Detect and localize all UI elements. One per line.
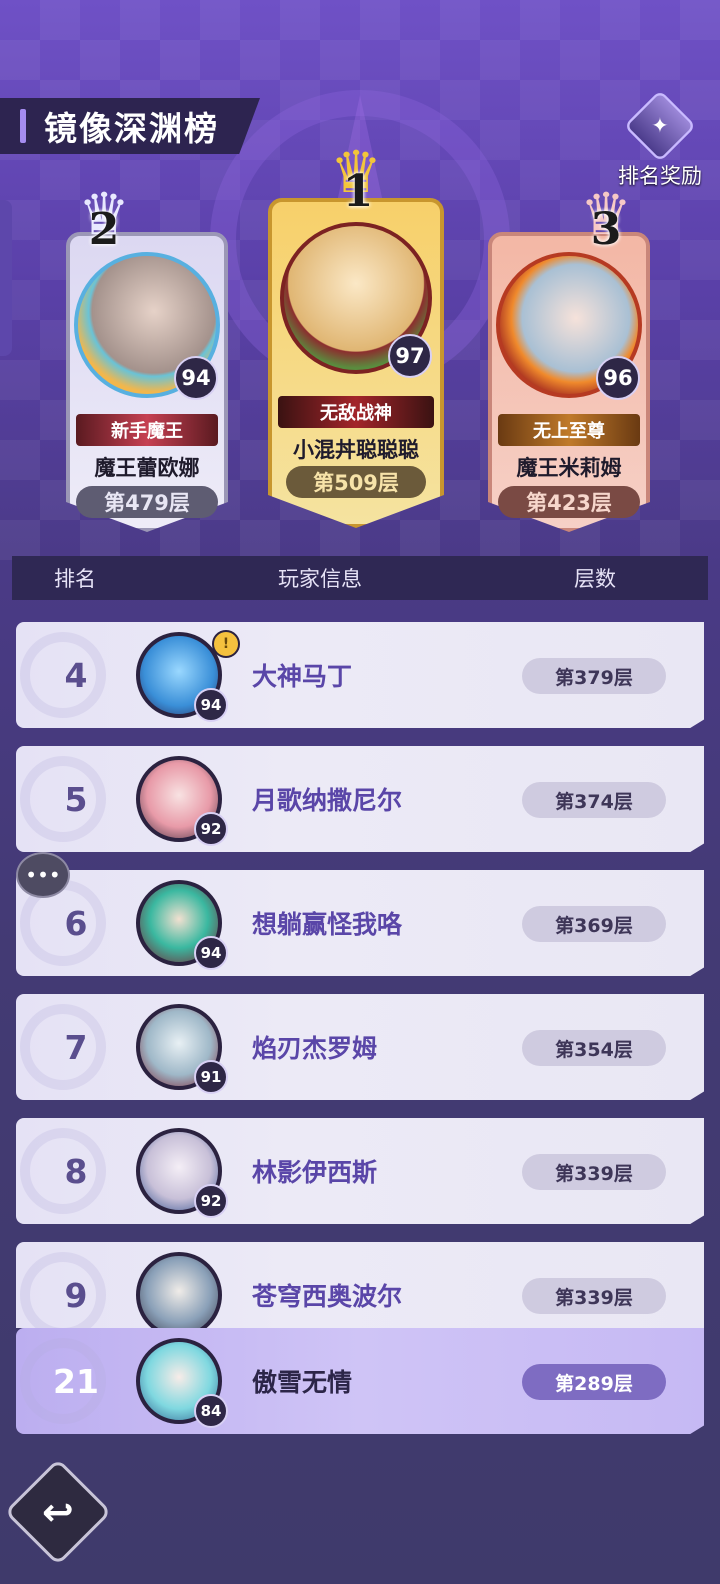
floor-pill: 第379层 — [522, 658, 666, 694]
table-row[interactable]: 6 94 想躺赢怪我咯 第369层 — [16, 870, 704, 976]
avatar — [136, 1252, 222, 1328]
podium-rank-2[interactable]: ♛ 2 94 新手魔王 魔王蕾欧娜 第479层 — [66, 180, 228, 532]
side-tab[interactable] — [0, 200, 12, 356]
player-name: 苍穹西奥波尔 — [252, 1282, 403, 1311]
back-arrow-icon: ↩ — [42, 1490, 74, 1534]
podium-rank-3[interactable]: ♛ 3 96 无上至尊 魔王米莉姆 第423层 — [488, 180, 650, 532]
player-name: 小混丼聪聪聪 — [293, 438, 419, 462]
floor-pill: 第339层 — [522, 1154, 666, 1190]
floor-pill: 第423层 — [498, 486, 640, 518]
player-name: 想躺赢怪我咯 — [252, 910, 403, 939]
level-badge: 94 — [174, 356, 218, 400]
floor-pill: 第354层 — [522, 1030, 666, 1066]
player-name: 魔王米莉姆 — [516, 456, 622, 480]
floor-pill: 第479层 — [76, 486, 218, 518]
level-badge: 91 — [194, 1060, 228, 1094]
player-name: 傲雪无情 — [252, 1368, 353, 1397]
podium-rank-number: 1 — [342, 166, 374, 217]
header-rank: 排名 — [54, 567, 96, 591]
header-player-info: 玩家信息 — [278, 567, 362, 591]
title-bar: 镜像深渊榜 — [0, 98, 260, 154]
podium-rank-number: 3 — [590, 204, 622, 255]
player-name: 林影伊西斯 — [252, 1158, 378, 1187]
floor-pill: 第369层 — [522, 906, 666, 942]
chat-bubble-icon[interactable]: ••• — [16, 852, 70, 898]
level-badge: 96 — [596, 356, 640, 400]
level-badge: 92 — [194, 1184, 228, 1218]
player-name: 大神马丁 — [252, 662, 353, 691]
player-name: 魔王蕾欧娜 — [94, 456, 200, 480]
ranking-list[interactable]: 4 ! 94 大神马丁 第379层 5 92 月歌纳撒尼尔 第374层 6 94… — [0, 620, 720, 1328]
row-rank: 9 — [64, 1275, 88, 1315]
table-header: 排名 玩家信息 层数 — [12, 556, 708, 600]
floor-pill: 第339层 — [522, 1278, 666, 1314]
player-name: 月歌纳撒尼尔 — [252, 786, 403, 815]
table-row[interactable]: 7 91 焰刃杰罗姆 第354层 — [16, 994, 704, 1100]
trophy-icon: ✦ — [623, 89, 697, 163]
row-rank: 21 — [53, 1361, 99, 1401]
self-rank-row[interactable]: 21 84 傲雪无情 第289层 — [16, 1328, 704, 1434]
title-tag: 无敌战神 — [278, 396, 434, 428]
header-floor: 层数 — [574, 567, 616, 591]
row-rank: 5 — [64, 779, 88, 819]
title-tag: 新手魔王 — [76, 414, 218, 446]
table-row[interactable]: 4 ! 94 大神马丁 第379层 — [16, 622, 704, 728]
player-name: 焰刃杰罗姆 — [252, 1034, 378, 1063]
floor-pill: 第289层 — [522, 1364, 666, 1400]
rank-reward-button[interactable]: ✦ 排名奖励 — [612, 89, 708, 190]
notification-badge-icon: ! — [212, 630, 240, 658]
floor-pill: 第374层 — [522, 782, 666, 818]
row-rank: 7 — [64, 1027, 88, 1067]
back-button[interactable]: ↩ — [4, 1458, 112, 1566]
level-badge: 94 — [194, 936, 228, 970]
podium-rank-number: 2 — [88, 204, 120, 255]
table-row[interactable]: 5 92 月歌纳撒尼尔 第374层 — [16, 746, 704, 852]
row-rank: 8 — [64, 1151, 88, 1191]
level-badge: 97 — [388, 334, 432, 378]
level-badge: 84 — [194, 1394, 228, 1428]
floor-pill: 第509层 — [286, 466, 426, 498]
level-badge: 92 — [194, 812, 228, 846]
podium-rank-1[interactable]: ♛ 1 97 无敌战神 小混丼聪聪聪 第509层 — [268, 138, 444, 528]
title-tag: 无上至尊 — [498, 414, 640, 446]
table-row[interactable]: 9 苍穹西奥波尔 第339层 — [16, 1242, 704, 1328]
level-badge: 94 — [194, 688, 228, 722]
page-title: 镜像深渊榜 — [44, 109, 219, 148]
title-accent — [20, 109, 26, 143]
row-rank: 4 — [64, 655, 88, 695]
table-row[interactable]: 8 92 林影伊西斯 第339层 — [16, 1118, 704, 1224]
